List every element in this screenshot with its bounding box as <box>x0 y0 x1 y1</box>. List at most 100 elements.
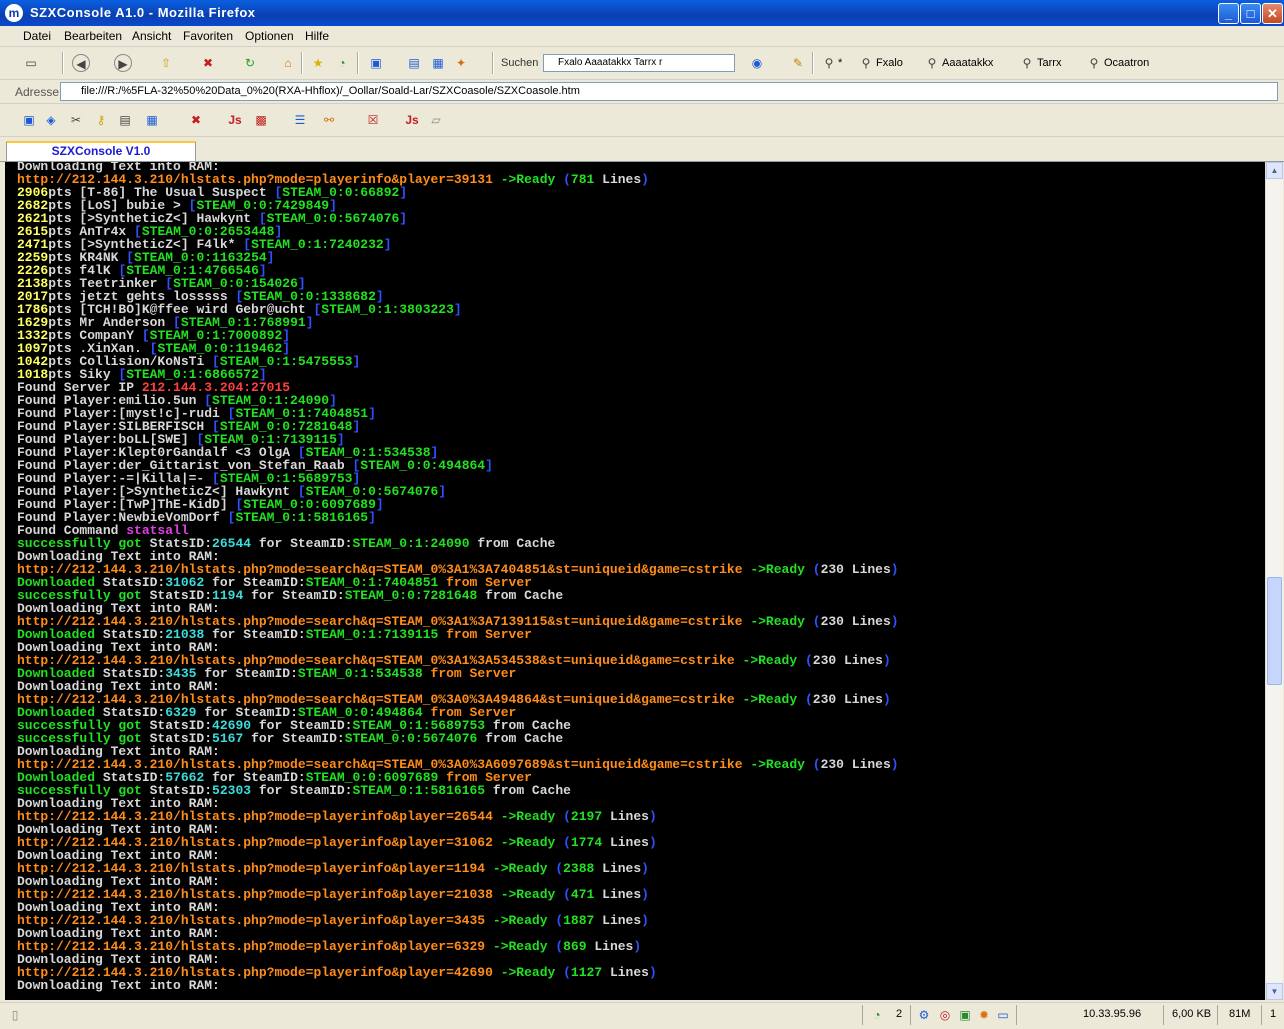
image-icon[interactable]: ▩ <box>252 111 270 129</box>
wrench-icon[interactable]: ✂ <box>67 111 85 129</box>
page-icon[interactable]: ▣ <box>20 111 38 129</box>
table-icon[interactable]: ▦ <box>429 54 447 72</box>
console-segment: Lines <box>602 887 642 902</box>
maximize-button[interactable]: □ <box>1240 3 1261 24</box>
console-segment: ->Ready <box>500 887 564 902</box>
form-icon[interactable]: ▦ <box>143 111 161 129</box>
globe-icon[interactable]: ◉ <box>748 54 766 72</box>
app-icon[interactable]: m <box>5 4 23 22</box>
console-segment: ( <box>804 692 813 707</box>
console-segment: 869 <box>563 939 595 954</box>
title-bar: m SZXConsole A1.0 - Mozilla Firefox _ □ … <box>0 0 1284 26</box>
console-segment: STEAM_0:1:7139115 <box>305 627 447 642</box>
console-segment: ->Ready <box>492 913 556 928</box>
status-size: 6,00 KB <box>1172 1008 1212 1020</box>
console-segment: Lines <box>609 809 649 824</box>
console-segment: 230 Lines <box>820 614 891 629</box>
find-word-1-icon[interactable]: ⚲ <box>857 54 875 72</box>
status-window-icon[interactable]: ▭ <box>994 1006 1012 1024</box>
console-segment: ->Ready <box>500 172 564 187</box>
menu-favoriten[interactable]: Favoriten <box>183 29 233 43</box>
console-segment: ] <box>368 406 376 421</box>
console-segment: 1887 <box>563 913 603 928</box>
status-cookie-icon[interactable]: ◎ <box>936 1006 954 1024</box>
console-segment: ] <box>485 458 493 473</box>
vertical-scrollbar[interactable]: ▲ ▼ <box>1265 162 1283 1000</box>
console-segment: ->Ready <box>750 614 813 629</box>
window-icon[interactable]: ▤ <box>405 54 423 72</box>
menu-datei[interactable]: Datei <box>23 29 51 43</box>
console-segment: STEAM_0:1:24090 <box>352 536 478 551</box>
console-segment: ( <box>563 887 571 902</box>
find-word-1-link[interactable]: Fxalo <box>876 57 903 69</box>
history-icon[interactable]: ◔ <box>333 54 351 72</box>
script-icon[interactable]: Js <box>403 111 421 129</box>
console-segment: 2197 <box>570 809 610 824</box>
find-word-4-link[interactable]: Ocaatron <box>1104 57 1149 69</box>
console-segment: ) <box>641 887 649 902</box>
console-segment: ->Ready <box>492 939 556 954</box>
status-popup-icon[interactable]: ⚙ <box>915 1006 933 1024</box>
compass-icon[interactable]: ◈ <box>42 111 60 129</box>
home-icon[interactable]: ⌂ <box>279 54 297 72</box>
favorites-star-icon[interactable]: ★ <box>309 54 327 72</box>
minimize-button[interactable]: _ <box>1218 3 1239 24</box>
console-segment: from Cache <box>492 783 571 798</box>
link-icon[interactable]: ⚯ <box>320 111 338 129</box>
forward-icon[interactable]: ▶ <box>114 54 132 72</box>
console-line: Downloading Text into RAM: <box>17 979 899 992</box>
address-input[interactable]: file:///R:/%5FLA-32%50%20Data_0%20(RXA-H… <box>60 82 1278 101</box>
disable-icon[interactable]: ☒ <box>364 111 382 129</box>
status-image-icon[interactable]: ▣ <box>956 1006 974 1024</box>
search-input[interactable]: Fxalo Aaaatakkx Tarrx r <box>543 54 735 72</box>
close-button[interactable]: ✕ <box>1262 3 1283 24</box>
highlight-icon[interactable]: ✎ <box>789 54 807 72</box>
menu-ansicht[interactable]: Ansicht <box>132 29 171 43</box>
find-word-3-icon[interactable]: ⚲ <box>1018 54 1036 72</box>
console-segment: ) <box>641 172 649 187</box>
scroll-thumb[interactable] <box>1267 577 1282 685</box>
reload-icon[interactable]: ↻ <box>241 54 259 72</box>
key-icon[interactable]: ⚷ <box>92 111 110 129</box>
fullscreen-icon[interactable]: ▣ <box>367 54 385 72</box>
console-segment: Lines <box>602 861 642 876</box>
stop-icon[interactable]: ✖ <box>199 54 217 72</box>
console-segment: from Cache <box>485 588 564 603</box>
status-sun-icon[interactable]: ✹ <box>975 1006 993 1024</box>
document-icon[interactable]: ▤ <box>116 111 134 129</box>
scroll-down-button[interactable]: ▼ <box>1266 983 1283 1000</box>
menu-hilfe[interactable]: Hilfe <box>305 29 329 43</box>
console-segment: ) <box>648 835 657 850</box>
find-all-link[interactable]: * <box>838 57 842 69</box>
console-segment: for SteamID: <box>251 731 345 746</box>
find-icon[interactable]: ⚲ <box>820 54 838 72</box>
console-segment: 2388 <box>563 861 603 876</box>
console-segment: ->Ready <box>500 835 564 850</box>
edit-icon[interactable]: ▱ <box>427 111 445 129</box>
console-segment: ->Ready <box>742 653 805 668</box>
up-folder-icon[interactable]: ⇧ <box>157 54 175 72</box>
javascript-icon[interactable]: Js <box>226 111 244 129</box>
find-word-2-icon[interactable]: ⚲ <box>923 54 941 72</box>
console-segment: Lines <box>602 172 642 187</box>
find-word-3-link[interactable]: Tarrx <box>1037 57 1061 69</box>
console-segment: ( <box>555 939 564 954</box>
menu-bearbeiten[interactable]: Bearbeiten <box>64 29 122 43</box>
console-segment: from Cache <box>477 536 556 551</box>
status-security-icon: ◔ <box>873 1008 881 1022</box>
back-icon[interactable]: ◀ <box>72 54 90 72</box>
tools-icon[interactable]: ✦ <box>452 54 470 72</box>
tab-szxconsole[interactable]: SZXConsole V1.0 <box>6 141 196 161</box>
list-icon[interactable]: ☰ <box>291 111 309 129</box>
block-icon[interactable]: ✖ <box>187 111 205 129</box>
console-segment: ] <box>368 510 376 525</box>
console-segment: STEAM_0:0:7281648 <box>344 588 486 603</box>
new-document-icon[interactable]: ▭ <box>22 54 40 72</box>
menu-optionen[interactable]: Optionen <box>245 29 294 43</box>
console-output: Downloading Text into RAM: http://212.144… <box>5 162 1265 1000</box>
find-word-4-icon[interactable]: ⚲ <box>1085 54 1103 72</box>
console-segment: ->Ready <box>750 757 813 772</box>
find-word-2-link[interactable]: Aaaatakkx <box>942 57 993 69</box>
scroll-up-button[interactable]: ▲ <box>1266 162 1283 179</box>
console-segment: from Cache <box>485 731 564 746</box>
